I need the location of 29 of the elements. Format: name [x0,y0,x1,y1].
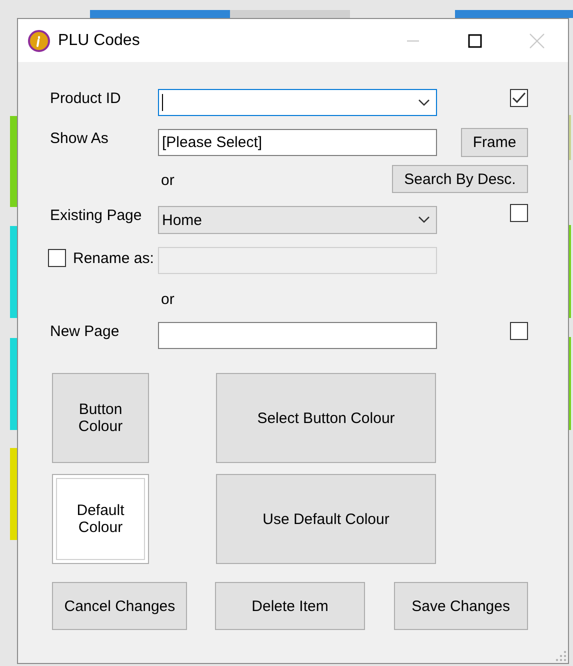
checkbox[interactable] [510,322,528,340]
colour-button[interactable]: Select Button Colour [216,373,436,463]
frame-button[interactable]: Frame [461,128,528,157]
chevron-down-icon [418,98,430,106]
checkbox[interactable] [510,204,528,222]
footer-button[interactable]: Save Changes [394,582,528,630]
product-id-combobox[interactable] [158,89,437,116]
chevron-down-icon [418,216,430,224]
resize-grip-icon[interactable] [556,651,566,661]
show-as-field[interactable]: [Please Select] [158,129,437,156]
field-label: Existing Page [50,206,143,224]
colour-button[interactable]: Use Default Colour [216,474,436,564]
field-label: Rename as: [73,250,154,266]
window-title: PLU Codes [58,32,140,50]
field-label: Product ID [50,89,122,107]
colour-swatch[interactable]: Default Colour [52,474,149,564]
field-label: Show As [50,129,110,147]
footer-button[interactable]: Cancel Changes [52,582,188,630]
existing-page-combobox[interactable]: Home [158,206,437,234]
checkbox[interactable] [510,89,528,107]
footer-button[interactable]: Delete Item [215,582,365,630]
or-label: or [161,172,174,188]
colour-swatch[interactable]: Button Colour [52,373,149,463]
search-by-description-button[interactable]: Search By Desc. [392,165,528,193]
maximize-icon[interactable] [468,34,482,48]
new-page-field[interactable] [158,322,437,349]
field-label: New Page [50,322,120,340]
or-label: or [161,291,176,308]
info-icon [28,30,50,52]
